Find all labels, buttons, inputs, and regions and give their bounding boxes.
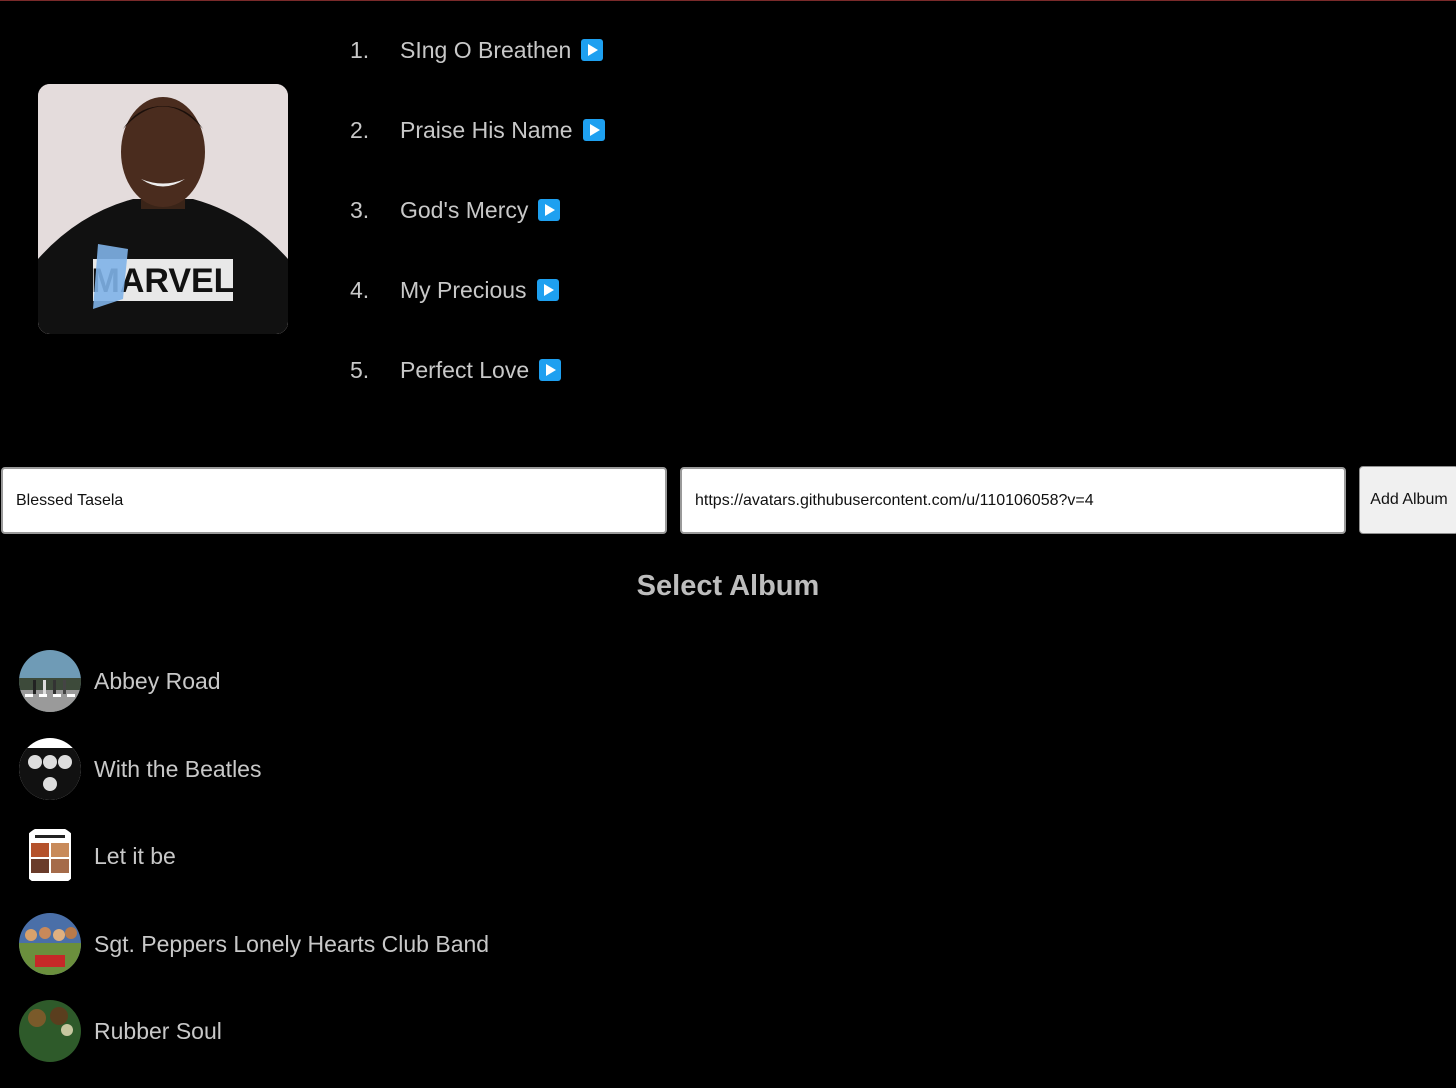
track-item: 3. God's Mercy [350, 188, 605, 268]
album-name-input[interactable] [1, 467, 667, 534]
track-item: 1. SIng O Breathen [350, 28, 605, 108]
album-title: Rubber Soul [94, 1018, 222, 1044]
play-icon[interactable] [582, 119, 605, 141]
track-number: 5. [350, 357, 370, 383]
album-title: Sgt. Peppers Lonely Hearts Club Band [94, 930, 490, 957]
album-cover [19, 825, 81, 887]
track-item: 5. Perfect Love [350, 348, 605, 428]
track-item: 2. Praise His Name [350, 108, 605, 188]
artist-photo: MARVEL [38, 84, 288, 334]
track-title: God's Mercy [400, 197, 529, 223]
track-number: 1. [350, 37, 370, 63]
album-url-input[interactable] [680, 467, 1346, 534]
track-title: Perfect Love [400, 357, 530, 383]
play-icon[interactable] [536, 279, 559, 301]
track-number: 3. [350, 197, 370, 223]
album-title: Let it be [94, 843, 176, 869]
album-title: With the Beatles [94, 755, 262, 782]
album-item[interactable]: Rubber Soul [19, 1000, 489, 1088]
album-item[interactable]: Sgt. Peppers Lonely Hearts Club Band [19, 912, 490, 1001]
track-number: 4. [350, 277, 370, 303]
track-title: My Precious [400, 277, 527, 303]
album-item[interactable]: With the Beatles [19, 737, 489, 826]
track-number: 2. [350, 117, 370, 143]
play-icon[interactable] [581, 39, 604, 61]
play-icon[interactable] [539, 359, 562, 381]
album-cover [19, 1000, 81, 1062]
track-title: Praise His Name [400, 117, 573, 143]
album-cover [19, 737, 81, 800]
add-album-button[interactable]: Add Album [1359, 466, 1456, 534]
track-title: SIng O Breathen [400, 37, 572, 63]
album-list: Abbey Road With the Beatles Let it be Sg… [19, 650, 489, 1088]
album-item[interactable]: Abbey Road [19, 650, 489, 738]
tracklist: 1. SIng O Breathen 2. Praise His Name 3.… [350, 28, 605, 428]
artist-photo-image: MARVEL [38, 84, 288, 334]
select-album-title: Select Album [636, 570, 820, 602]
top-border [0, 0, 1456, 1]
album-cover [19, 650, 81, 712]
album-cover [19, 912, 81, 975]
album-title: Abbey Road [94, 668, 221, 694]
track-item: 4. My Precious [350, 268, 605, 348]
play-icon[interactable] [538, 199, 561, 221]
album-item[interactable]: Let it be [19, 825, 489, 913]
